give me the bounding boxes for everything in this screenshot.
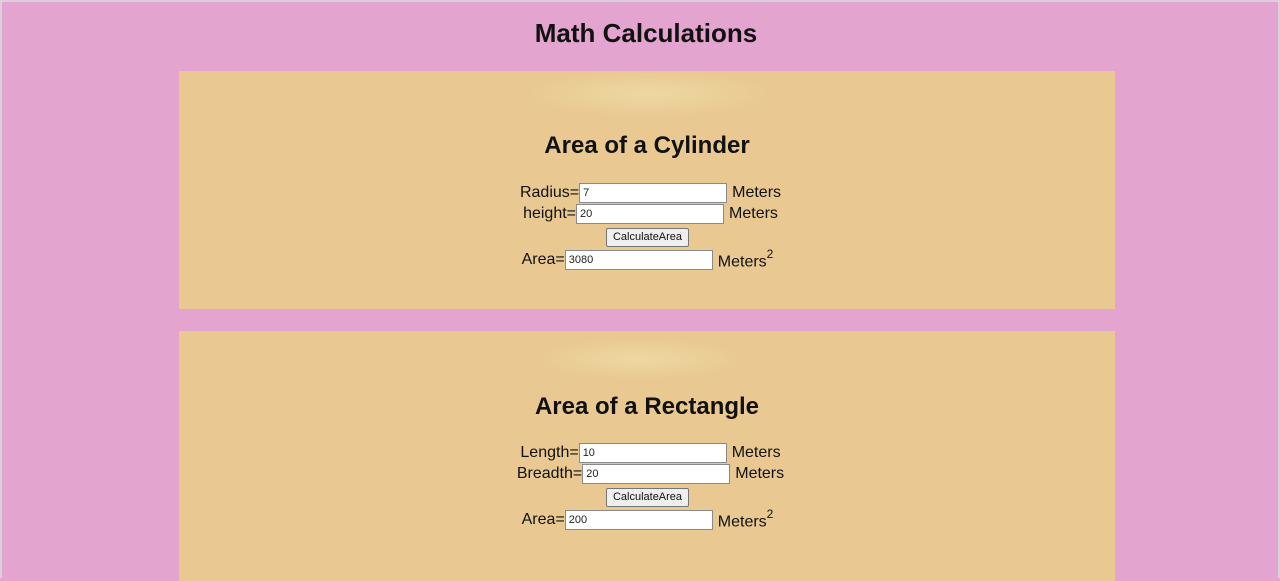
radius-input[interactable] — [579, 183, 728, 203]
rectangle-button-row: CalculateArea — [179, 486, 1115, 508]
cylinder-area-label: Area= — [521, 251, 565, 268]
radius-label: Radius= — [519, 184, 580, 201]
height-label: height= — [523, 205, 577, 222]
cylinder-radius-row: Radius= Meters — [179, 182, 1115, 204]
breadth-unit: Meters — [735, 465, 785, 482]
rectangle-area-unit: Meters2 — [717, 506, 774, 531]
rectangle-area-output[interactable] — [564, 510, 713, 530]
cylinder-calculate-button[interactable]: CalculateArea — [605, 227, 690, 247]
cylinder-area-row: Area= Meters2 — [179, 246, 1115, 271]
rectangle-area-unit-exponent: 2 — [766, 506, 774, 521]
height-unit: Meters — [729, 205, 778, 222]
cylinder-heading: Area of a Cylinder — [544, 132, 750, 159]
length-input[interactable] — [578, 443, 727, 463]
rectangle-length-row: Length= Meters — [179, 442, 1115, 464]
breadth-input[interactable] — [582, 464, 731, 484]
rectangle-breadth-row: Breadth= Meters — [179, 463, 1115, 485]
page-title: Math Calculations — [534, 18, 758, 48]
cylinder-card: Area of a Cylinder Radius= Meters height… — [179, 71, 1115, 309]
rectangle-header-image — [539, 339, 739, 379]
rectangle-area-row: Area= Meters2 — [179, 506, 1115, 531]
cylinder-header-image — [531, 71, 766, 117]
breadth-label: Breadth= — [516, 465, 583, 482]
cylinder-area-unit-text: Meters — [717, 253, 767, 271]
cylinder-area-output[interactable] — [564, 250, 713, 270]
cylinder-area-unit: Meters2 — [717, 246, 774, 271]
cylinder-area-unit-exponent: 2 — [766, 246, 774, 261]
cylinder-button-row: CalculateArea — [179, 226, 1115, 248]
radius-unit: Meters — [732, 184, 782, 201]
rectangle-calculate-button[interactable]: CalculateArea — [605, 487, 690, 507]
cylinder-height-row: height= Meters — [179, 203, 1115, 225]
rectangle-heading: Area of a Rectangle — [534, 393, 760, 420]
length-unit: Meters — [731, 444, 781, 461]
rectangle-card: Area of a Rectangle Length= Meters Bread… — [179, 331, 1115, 581]
length-label: Length= — [520, 444, 579, 461]
rectangle-area-label: Area= — [521, 511, 565, 528]
rectangle-area-unit-text: Meters — [717, 513, 767, 531]
height-input[interactable] — [576, 204, 725, 224]
